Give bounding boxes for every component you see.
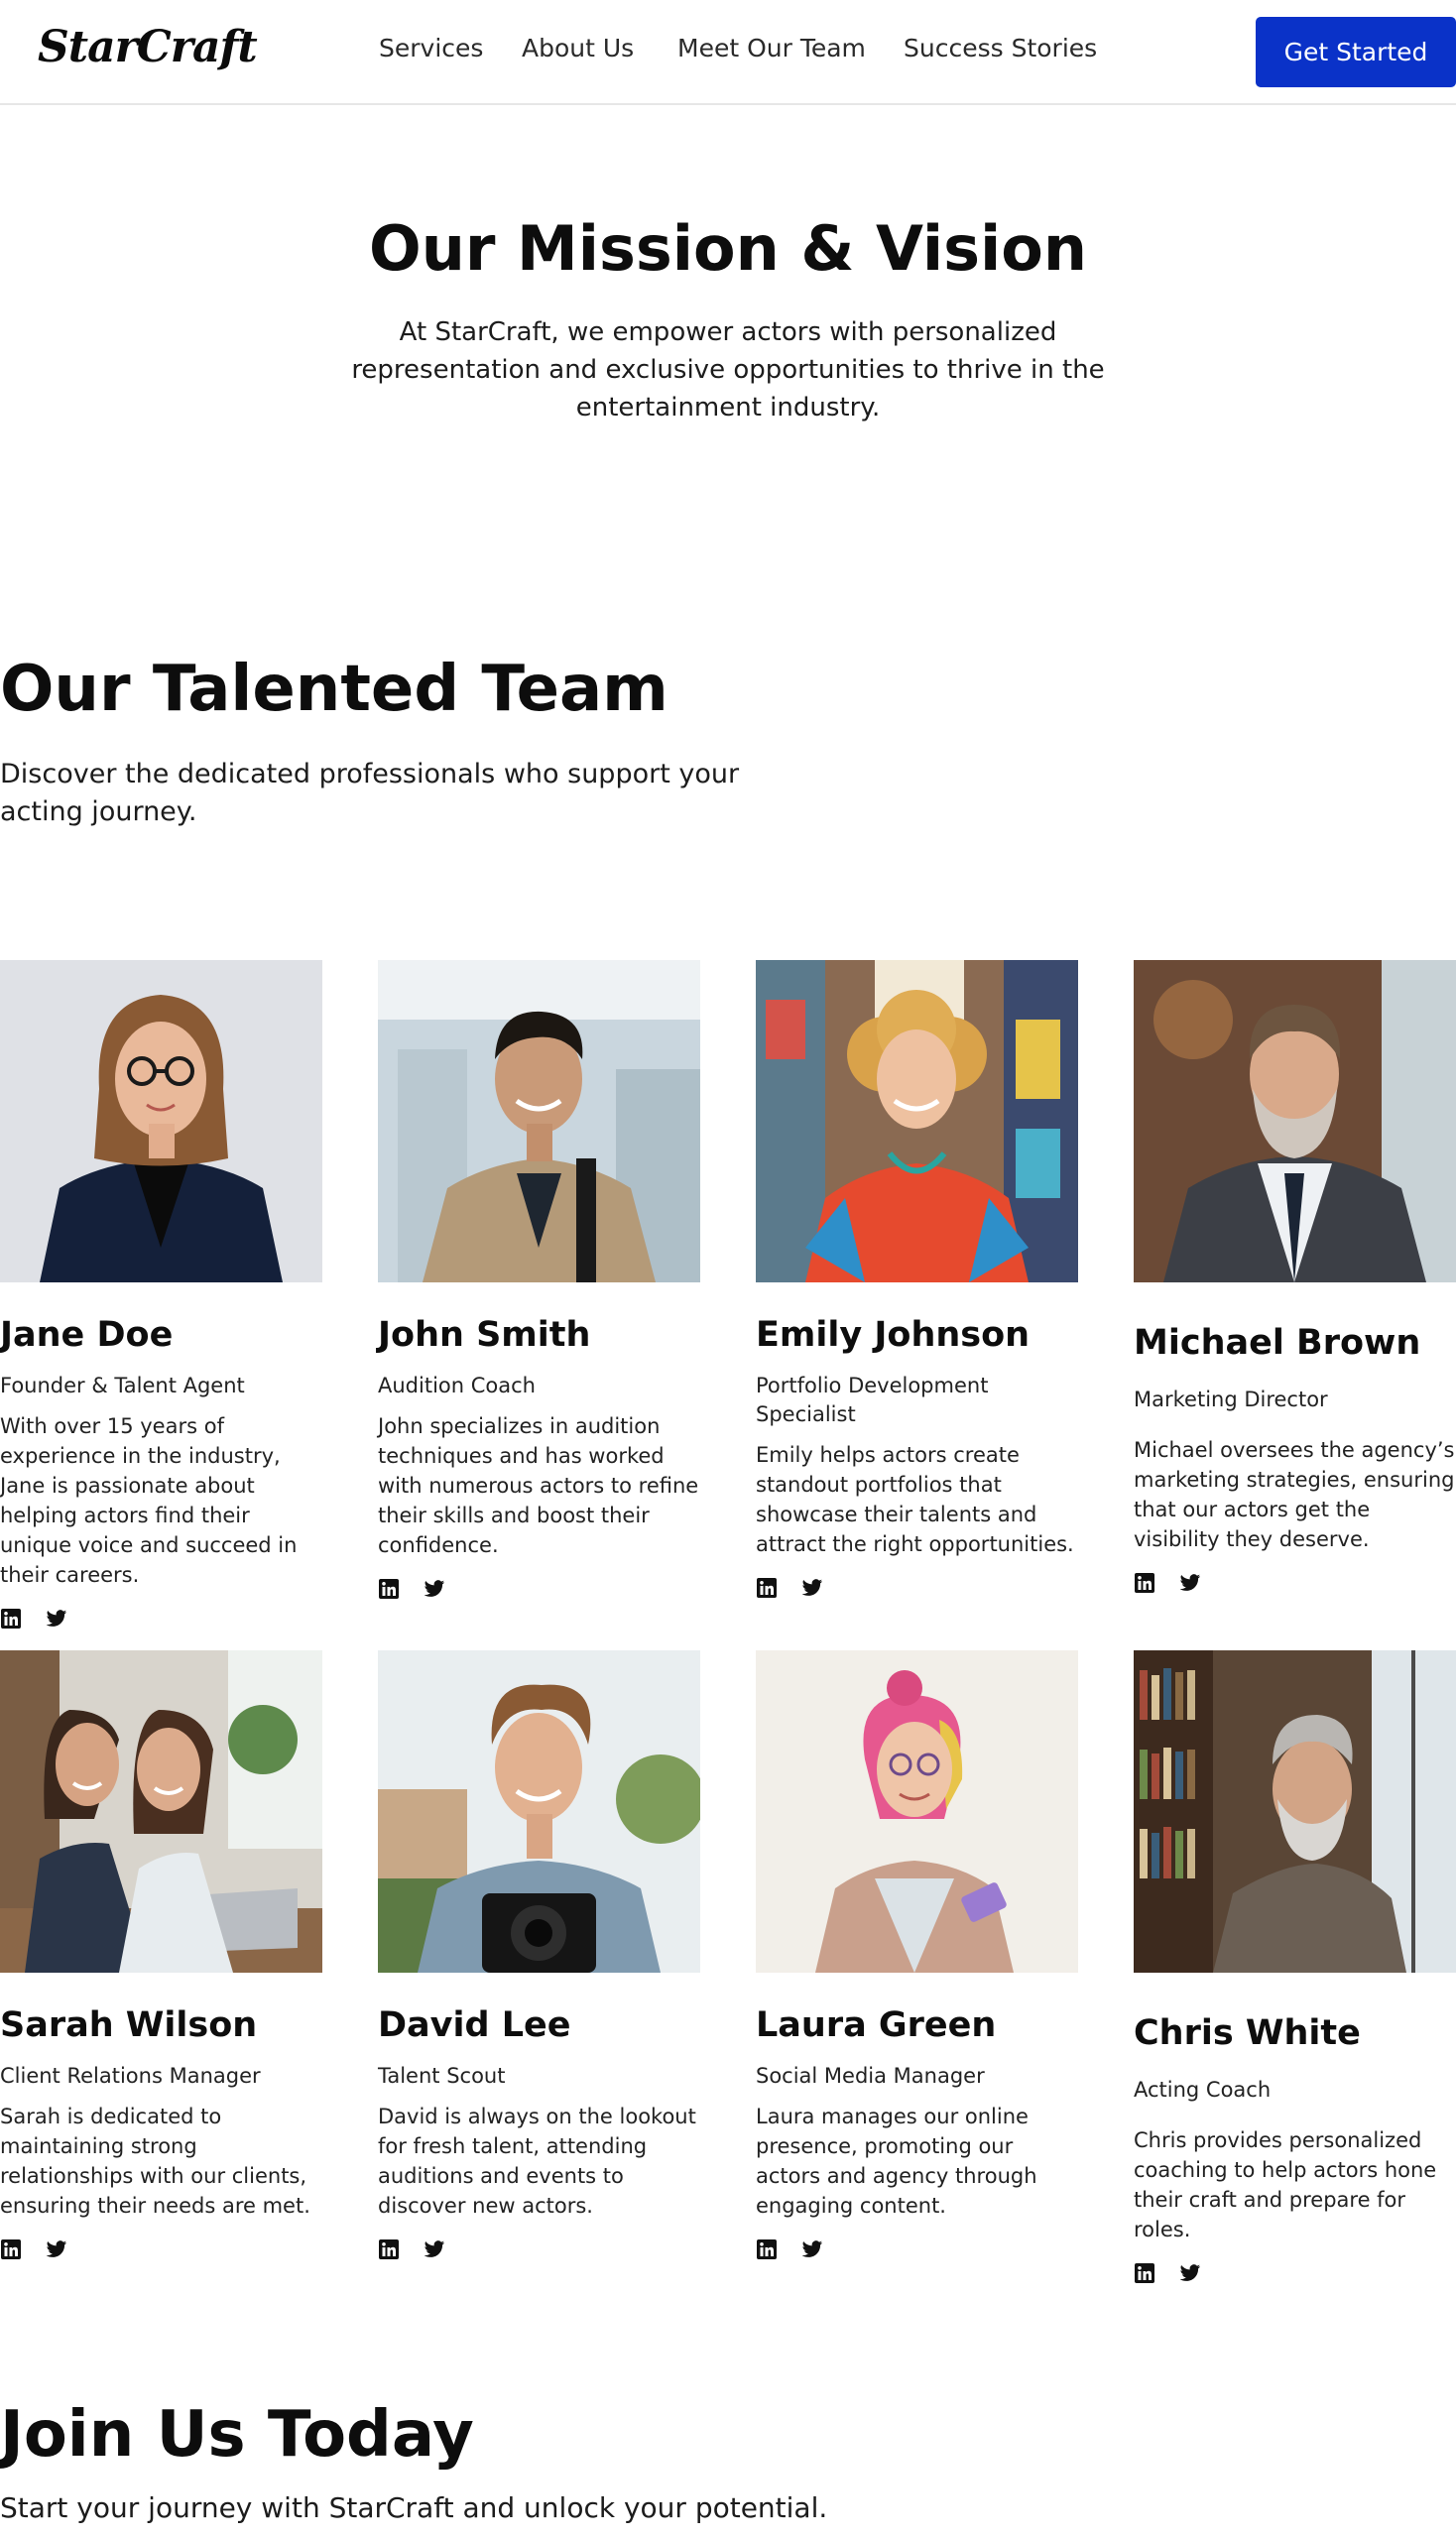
member-role: Client Relations Manager [0,2064,261,2088]
member-photo [378,1650,700,1973]
twitter-icon[interactable] [801,2238,823,2260]
member-photo [1134,1650,1456,1973]
member-role: Acting Coach [1134,2078,1272,2102]
nav-link-about-us[interactable]: About Us [522,34,634,62]
nav-link-success-stories[interactable]: Success Stories [904,34,1097,62]
member-bio: Michael oversees the agency’s marketing … [1134,1438,1455,1551]
member-socials [378,2238,700,2260]
nav-link-meet-our-team[interactable]: Meet Our Team [677,34,866,62]
member-socials [1134,2262,1456,2284]
member-bio: Emily helps actors create standout portf… [756,1443,1074,1556]
member-socials [378,1578,700,1600]
member-photo [0,1650,322,1973]
join-text: Start your journey with StarCraft and un… [0,2491,828,2524]
nav-link-services[interactable]: Services [379,34,483,62]
team-card-sarah-wilson: Sarah Wilson Client Relations Manager Sa… [0,1650,322,2260]
team-card-john-smith: John Smith Audition Coach John specializ… [378,960,700,1600]
member-bio: John specializes in audition techniques … [378,1414,699,1557]
team-card-emily-johnson: Emily Johnson Portfolio Development Spec… [756,960,1078,1599]
team-card-jane-doe: Jane Doe Founder & Talent Agent With ove… [0,960,322,1630]
team-card-michael-brown: Michael Brown Marketing Director Michael… [1134,960,1456,1594]
member-role: Audition Coach [378,1374,536,1397]
member-bio: With over 15 years of experience in the … [0,1414,298,1587]
member-socials [1134,1572,1456,1594]
team-section-title: Our Talented Team [0,653,668,726]
member-photo [378,960,700,1282]
linkedin-icon[interactable] [1134,2262,1155,2284]
member-bio: David is always on the lookout for fresh… [378,2105,696,2218]
member-name: Sarah Wilson [0,2005,258,2045]
twitter-icon[interactable] [46,2238,67,2260]
join-title: Join Us Today [0,2398,474,2472]
team-card-laura-green: Laura Green Social Media Manager Laura m… [756,1650,1078,2260]
member-socials [756,2238,1078,2260]
member-bio: Laura manages our online presence, promo… [756,2105,1037,2218]
twitter-icon[interactable] [801,1577,823,1599]
team-card-david-lee: David Lee Talent Scout David is always o… [378,1650,700,2260]
mission-title: Our Mission & Vision [368,212,1088,285]
top-navigation: StarCraft Services About Us Meet Our Tea… [0,0,1456,105]
member-photo [756,1650,1078,1973]
linkedin-icon[interactable] [756,1577,778,1599]
twitter-icon[interactable] [424,2238,445,2260]
linkedin-icon[interactable] [378,2238,400,2260]
member-role: Social Media Manager [756,2064,985,2088]
get-started-button[interactable]: Get Started [1256,17,1456,87]
twitter-icon[interactable] [1179,2262,1201,2284]
member-socials [0,2238,322,2260]
member-name: David Lee [378,2005,571,2045]
member-socials [756,1577,1078,1599]
member-socials [0,1608,322,1630]
linkedin-icon[interactable] [1134,1572,1155,1594]
member-role: Portfolio Development Specialist [756,1374,989,1426]
member-role: Marketing Director [1134,1388,1328,1411]
twitter-icon[interactable] [46,1608,67,1630]
team-card-chris-white: Chris White Acting Coach Chris provides … [1134,1650,1456,2284]
linkedin-icon[interactable] [378,1578,400,1600]
member-name: John Smith [378,1315,591,1355]
member-name: Michael Brown [1134,1323,1421,1363]
linkedin-icon[interactable] [756,2238,778,2260]
member-role: Founder & Talent Agent [0,1374,245,1397]
member-name: Jane Doe [0,1315,174,1355]
linkedin-icon[interactable] [0,2238,22,2260]
member-bio: Chris provides personalized coaching to … [1134,2128,1437,2241]
member-photo [1134,960,1456,1282]
linkedin-icon[interactable] [0,1608,22,1630]
member-name: Emily Johnson [756,1315,1031,1355]
member-photo [756,960,1078,1282]
twitter-icon[interactable] [1179,1572,1201,1594]
team-section-subtitle: Discover the dedicated professionals who… [0,759,740,827]
member-photo [0,960,322,1282]
member-name: Laura Green [756,2005,997,2045]
mission-text: At StarCraft, we empower actors with per… [351,317,1105,423]
brand-logo[interactable]: StarCraft [38,22,258,72]
twitter-icon[interactable] [424,1578,445,1600]
member-name: Chris White [1134,2013,1361,2053]
member-role: Talent Scout [378,2064,506,2088]
member-bio: Sarah is dedicated to maintaining strong… [0,2105,310,2218]
